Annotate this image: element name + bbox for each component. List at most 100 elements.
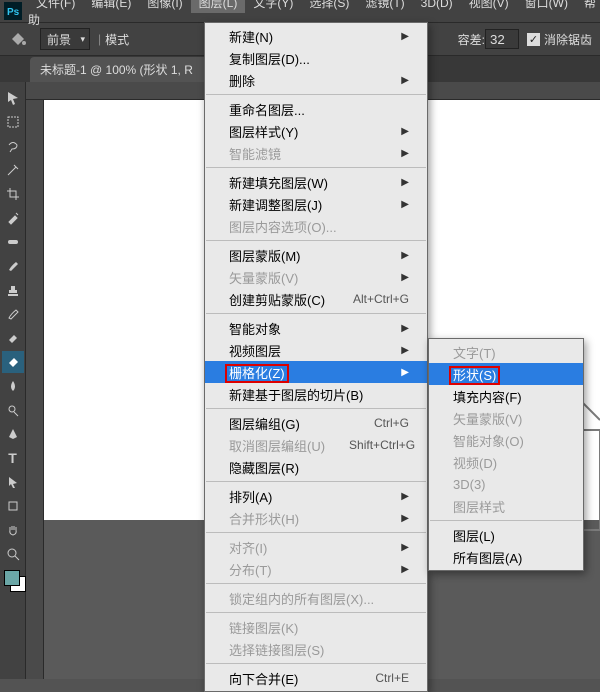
menu-item-label: 合并形状(H)	[229, 509, 381, 528]
rasterize-submenu: 文字(T)形状(S)填充内容(F)矢量蒙版(V)智能对象(O)视频(D)3D(3…	[428, 338, 584, 571]
menu-item-label: 视频图层	[229, 341, 381, 360]
menu-item[interactable]: 填充内容(F)	[429, 385, 583, 407]
type-tool[interactable]: T	[2, 447, 24, 469]
svg-text:Ps: Ps	[7, 7, 20, 18]
blur-tool[interactable]	[2, 375, 24, 397]
marquee-tool[interactable]	[2, 111, 24, 133]
document-tab-title: 未标题-1 @ 100% (形状 1, R	[40, 63, 193, 77]
menu-2[interactable]: 图像(I)	[139, 0, 190, 13]
eyedropper-tool[interactable]	[2, 207, 24, 229]
brush-tool[interactable]	[2, 255, 24, 277]
menu-item[interactable]: 隐藏图层(R)	[205, 456, 427, 478]
menu-item: 分布(T)▶	[205, 558, 427, 580]
submenu-arrow-icon: ▶	[401, 126, 409, 137]
menu-item-label: 链接图层(K)	[229, 618, 409, 637]
menu-7[interactable]: 3D(D)	[413, 0, 461, 13]
menu-1[interactable]: 编辑(E)	[83, 0, 139, 13]
menu-item-label: 形状(S)	[453, 365, 565, 384]
bucket-tool[interactable]	[2, 351, 24, 373]
menu-item-label: 隐藏图层(R)	[229, 458, 409, 477]
menu-item-label: 视频(D)	[453, 453, 565, 472]
submenu-arrow-icon: ▶	[401, 31, 409, 42]
dodge-tool[interactable]	[2, 399, 24, 421]
menu-item-label: 所有图层(A)	[453, 548, 565, 567]
fg-color-swatch[interactable]	[4, 570, 20, 586]
menu-4[interactable]: 文字(Y)	[245, 0, 301, 13]
menu-item-label: 新建填充图层(W)	[229, 173, 381, 192]
shape-tool[interactable]	[2, 495, 24, 517]
menu-item: 文字(T)	[429, 341, 583, 363]
path-select-tool[interactable]	[2, 471, 24, 493]
menu-item-label: 创建剪贴蒙版(C)	[229, 290, 329, 309]
menu-item[interactable]: 视频图层 ▶	[205, 339, 427, 361]
zoom-tool[interactable]	[2, 543, 24, 565]
menu-item[interactable]: 图层编组(G)Ctrl+G	[205, 412, 427, 434]
fill-source-dropdown[interactable]: 前景 ▾	[40, 28, 90, 50]
heal-tool[interactable]	[2, 231, 24, 253]
menu-item[interactable]: 向下合并(E)Ctrl+E	[205, 667, 427, 689]
menu-item-label: 选择链接图层(S)	[229, 640, 409, 659]
crop-tool[interactable]	[2, 183, 24, 205]
submenu-arrow-icon: ▶	[401, 323, 409, 334]
menu-item[interactable]: 创建剪贴蒙版(C) Alt+Ctrl+G	[205, 288, 427, 310]
submenu-arrow-icon: ▶	[401, 513, 409, 524]
stamp-tool[interactable]	[2, 279, 24, 301]
menu-item-label: 删除	[229, 71, 381, 90]
menu-3[interactable]: 图层(L)	[191, 0, 246, 13]
menu-item-label: 新建(N)	[229, 27, 381, 46]
eraser-tool[interactable]	[2, 327, 24, 349]
tolerance-input[interactable]	[485, 29, 519, 49]
menu-8[interactable]: 视图(V)	[461, 0, 517, 13]
antialias-checkbox[interactable]: ✓ 消除锯齿	[527, 31, 592, 48]
submenu-arrow-icon: ▶	[401, 75, 409, 86]
lasso-tool[interactable]	[2, 135, 24, 157]
menu-item[interactable]: 新建调整图层(J)▶	[205, 193, 427, 215]
menu-item[interactable]: 删除 ▶	[205, 69, 427, 91]
menu-item[interactable]: 重命名图层...	[205, 98, 427, 120]
menu-item: 对齐(I)▶	[205, 536, 427, 558]
pen-tool[interactable]	[2, 423, 24, 445]
menu-item-label: 图层编组(G)	[229, 414, 350, 433]
menu-item[interactable]: 排列(A)▶	[205, 485, 427, 507]
submenu-arrow-icon: ▶	[401, 345, 409, 356]
menu-item[interactable]: 新建填充图层(W) ▶	[205, 171, 427, 193]
menu-5[interactable]: 选择(S)	[301, 0, 357, 13]
submenu-arrow-icon: ▶	[401, 250, 409, 261]
menu-item-label: 新建基于图层的切片(B)	[229, 385, 409, 404]
menu-item: 图层内容选项(O)...	[205, 215, 427, 237]
menu-item: 链接图层(K)	[205, 616, 427, 638]
menu-item: 智能对象(O)	[429, 429, 583, 451]
document-tab[interactable]: 未标题-1 @ 100% (形状 1, R ×	[30, 57, 221, 82]
menu-item-label: 锁定组内的所有图层(X)...	[229, 589, 409, 608]
menu-item[interactable]: 形状(S)	[429, 363, 583, 385]
menu-bar: Ps 文件(F)编辑(E)图像(I)图层(L)文字(Y)选择(S)滤镜(T)3D…	[0, 0, 600, 22]
menu-item-label: 智能对象(O)	[453, 431, 565, 450]
menu-item-label: 复制图层(D)...	[229, 49, 409, 68]
menu-item[interactable]: 图层样式(Y)▶	[205, 120, 427, 142]
menu-item[interactable]: 图层蒙版(M)▶	[205, 244, 427, 266]
menu-item[interactable]: 所有图层(A)	[429, 546, 583, 568]
wand-tool[interactable]	[2, 159, 24, 181]
submenu-arrow-icon: ▶	[401, 148, 409, 159]
menu-item[interactable]: 新建(N) ▶	[205, 25, 427, 47]
color-swatches[interactable]	[4, 570, 28, 594]
menu-item[interactable]: 新建基于图层的切片(B)	[205, 383, 427, 405]
menu-item-label: 重命名图层...	[229, 100, 409, 119]
menu-item-label: 对齐(I)	[229, 538, 381, 557]
menu-item[interactable]: 图层(L)	[429, 524, 583, 546]
menu-item-label: 矢量蒙版(V)	[229, 268, 381, 287]
move-tool[interactable]	[2, 87, 24, 109]
menu-item-accel: Alt+Ctrl+G	[353, 292, 409, 306]
menu-item-label: 新建调整图层(J)	[229, 195, 381, 214]
menu-item[interactable]: 栅格化(Z)▶	[205, 361, 427, 383]
menu-item[interactable]: 复制图层(D)...	[205, 47, 427, 69]
menu-item-label: 分布(T)	[229, 560, 381, 579]
submenu-arrow-icon: ▶	[401, 177, 409, 188]
menu-item[interactable]: 智能对象▶	[205, 317, 427, 339]
menu-item-label: 栅格化(Z)	[229, 363, 381, 382]
menu-item-label: 排列(A)	[229, 487, 381, 506]
menu-6[interactable]: 滤镜(T)	[357, 0, 412, 13]
hand-tool[interactable]	[2, 519, 24, 541]
menu-9[interactable]: 窗口(W)	[517, 0, 576, 13]
history-brush-tool[interactable]	[2, 303, 24, 325]
